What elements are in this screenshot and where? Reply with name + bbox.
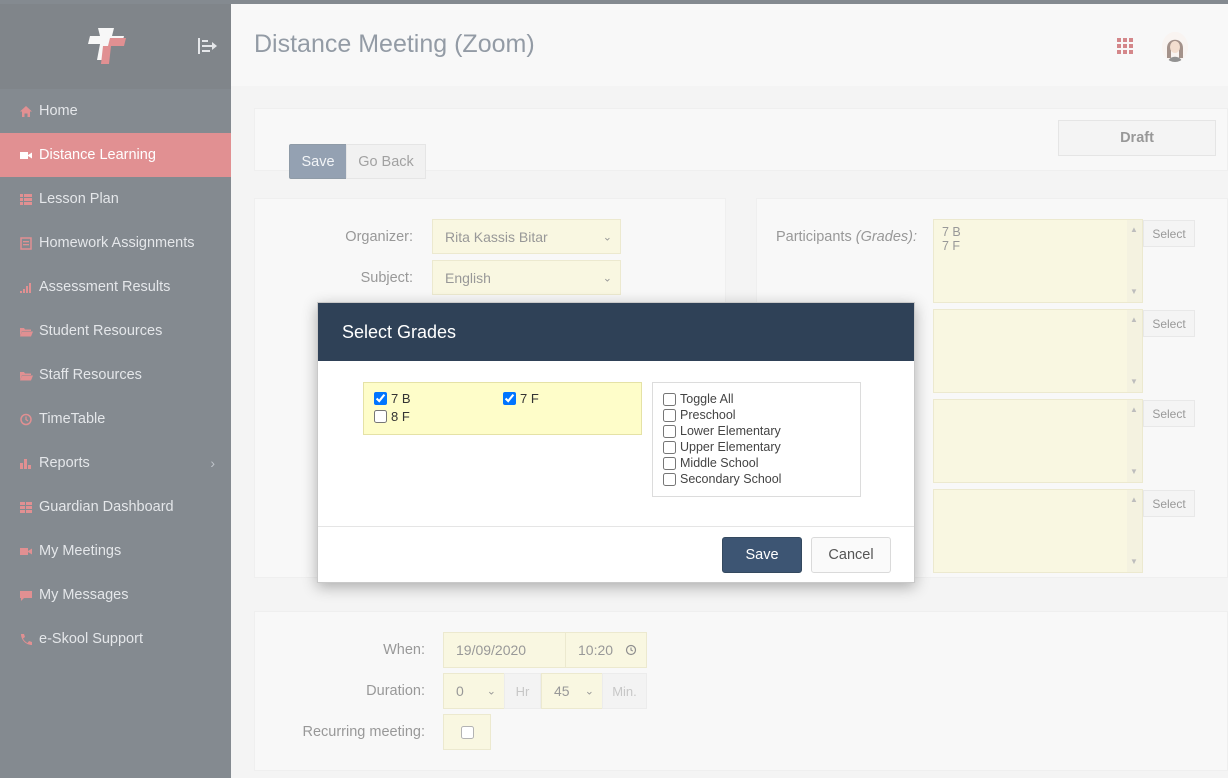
level-option-preschool[interactable]: Preschool — [663, 407, 860, 423]
grade-label: 8 F — [391, 409, 410, 424]
levels-list: Toggle All Preschool Lower Elementary Up… — [652, 382, 861, 497]
level-option-lower-elementary[interactable]: Lower Elementary — [663, 423, 860, 439]
level-label: Preschool — [680, 408, 736, 422]
level-label: Upper Elementary — [680, 440, 781, 454]
grade-checkbox[interactable] — [503, 392, 516, 405]
grade-option-7f[interactable]: 7 F — [503, 391, 539, 406]
level-option-secondary-school[interactable]: Secondary School — [663, 471, 860, 487]
level-option-upper-elementary[interactable]: Upper Elementary — [663, 439, 860, 455]
level-option-middle-school[interactable]: Middle School — [663, 455, 860, 471]
level-label: Toggle All — [680, 392, 734, 406]
grade-checkbox[interactable] — [374, 410, 387, 423]
level-label: Lower Elementary — [680, 424, 781, 438]
level-option-toggle-all[interactable]: Toggle All — [663, 391, 860, 407]
level-label: Secondary School — [680, 472, 782, 486]
select-grades-modal: Select Grades 7 B 7 F 8 F Toggle All Pre… — [317, 302, 915, 583]
grade-checkbox[interactable] — [374, 392, 387, 405]
level-checkbox[interactable] — [663, 424, 676, 438]
level-checkbox[interactable] — [663, 408, 676, 422]
level-checkbox[interactable] — [663, 440, 676, 454]
level-checkbox[interactable] — [663, 456, 676, 470]
grades-list: 7 B 7 F 8 F — [363, 382, 642, 435]
grade-option-7b[interactable]: 7 B — [374, 391, 411, 406]
modal-header: Select Grades — [318, 303, 914, 361]
modal-footer: Save Cancel — [318, 527, 914, 582]
modal-title: Select Grades — [342, 321, 457, 342]
modal-save-button[interactable]: Save — [722, 537, 802, 573]
level-label: Middle School — [680, 456, 759, 470]
modal-body: 7 B 7 F 8 F Toggle All Preschool Lower E… — [318, 361, 914, 527]
grade-option-8f[interactable]: 8 F — [374, 409, 410, 424]
level-checkbox[interactable] — [663, 392, 676, 406]
grade-label: 7 F — [520, 391, 539, 406]
grade-label: 7 B — [391, 391, 411, 406]
modal-cancel-button[interactable]: Cancel — [811, 537, 891, 573]
level-checkbox[interactable] — [663, 472, 676, 486]
